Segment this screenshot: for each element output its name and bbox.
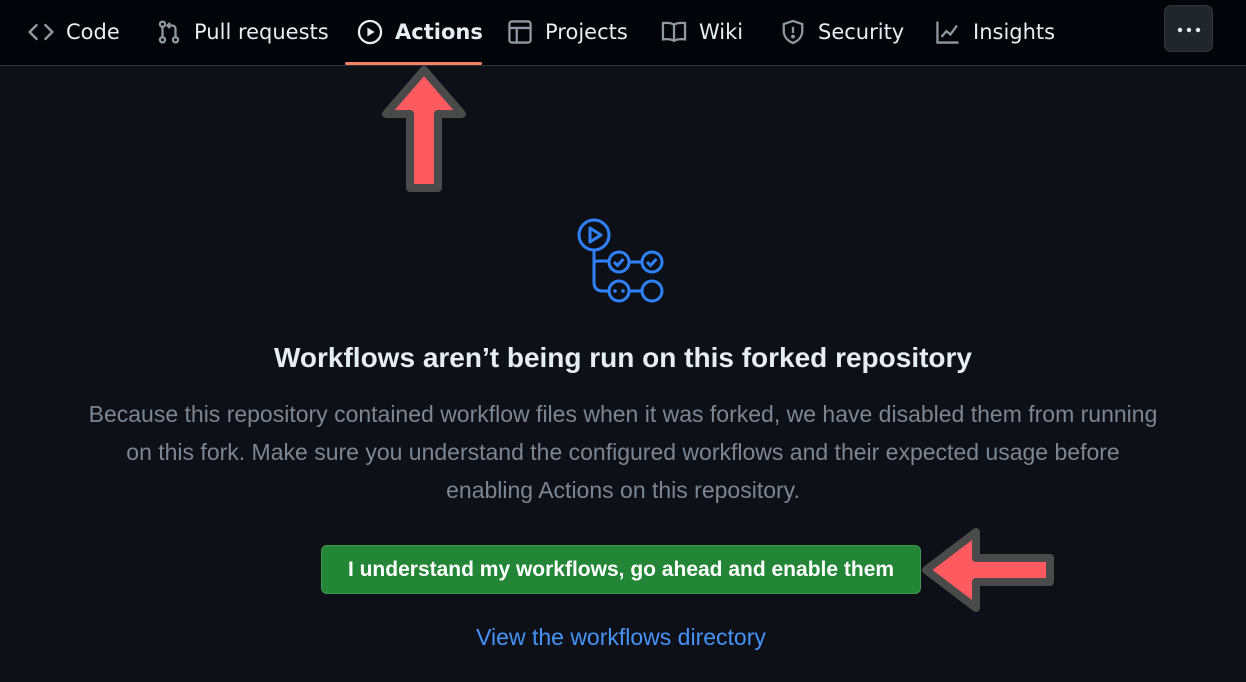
- tab-actions-label: Actions: [395, 20, 483, 44]
- tab-wiki-label: Wiki: [699, 20, 744, 44]
- play-icon: [357, 19, 383, 45]
- book-icon: [661, 19, 687, 45]
- workflows-directory-link[interactable]: View the workflows directory: [0, 624, 1242, 651]
- tab-code[interactable]: Code: [28, 0, 120, 64]
- workflow-icon: [577, 218, 664, 303]
- tab-security[interactable]: Security: [780, 0, 904, 64]
- tab-actions[interactable]: Actions: [357, 0, 483, 64]
- page-title: Workflows aren’t being run on this forke…: [273, 342, 972, 373]
- git-pull-request-icon: [156, 19, 182, 45]
- graph-icon: [935, 19, 961, 45]
- tab-code-label: Code: [66, 20, 120, 44]
- tab-insights-label: Insights: [973, 20, 1056, 44]
- tab-projects[interactable]: Projects: [507, 0, 628, 64]
- description-text: Because this repository contained workfl…: [88, 401, 1158, 503]
- kebab-horizontal-icon: [1176, 19, 1202, 38]
- tab-pull-requests[interactable]: Pull requests: [156, 0, 329, 64]
- more-tabs-button[interactable]: [1164, 5, 1213, 52]
- shield-icon: [780, 19, 806, 45]
- repo-nav: Code Pull requests Actions Projects Wiki…: [0, 0, 1246, 66]
- tab-security-label: Security: [818, 20, 905, 44]
- arrow-up-icon: [382, 66, 466, 192]
- tab-pull-requests-label: Pull requests: [194, 20, 329, 44]
- tab-wiki[interactable]: Wiki: [661, 0, 743, 64]
- code-icon: [28, 19, 54, 45]
- arrow-left-icon: [922, 528, 1054, 612]
- tab-projects-label: Projects: [545, 20, 628, 44]
- enable-workflows-button[interactable]: I understand my workflows, go ahead and …: [321, 545, 921, 594]
- tab-insights[interactable]: Insights: [935, 0, 1055, 64]
- table-icon: [507, 19, 533, 45]
